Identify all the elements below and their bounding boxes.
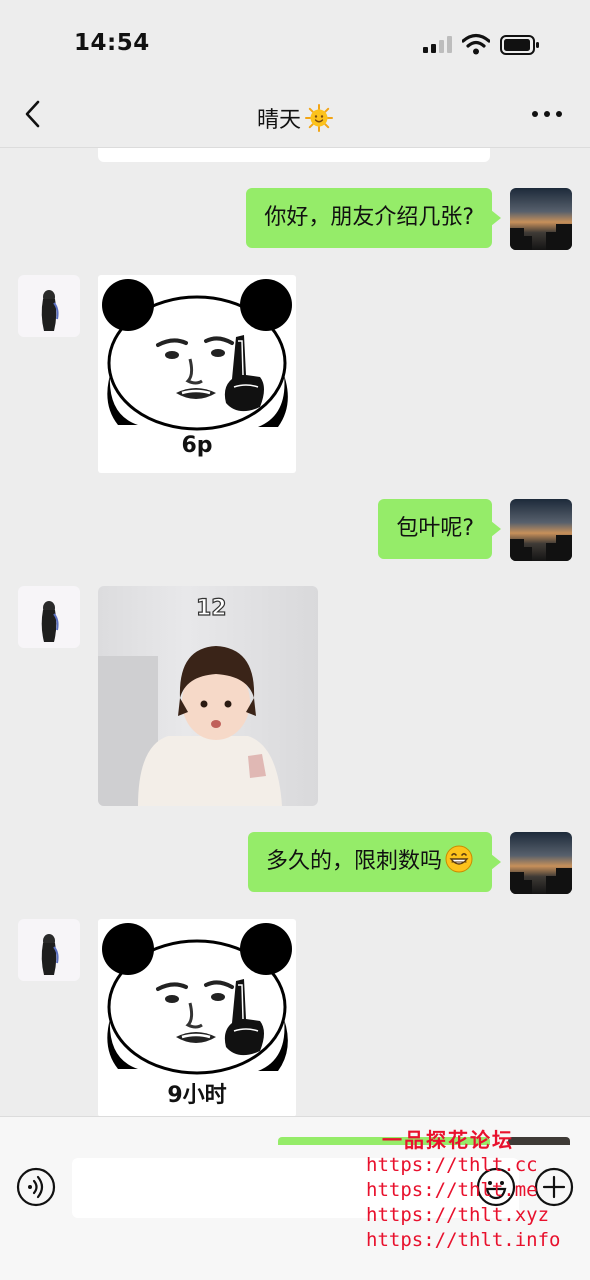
message-text: 多久的，限刺数吗	[265, 849, 442, 874]
chat-title-text: 晴天	[256, 108, 301, 133]
sticker-message[interactable]: 6p	[98, 275, 296, 473]
girl-silhouette-image	[41, 934, 59, 975]
plus-icon[interactable]	[534, 1167, 574, 1207]
watermark-overlay: 一品探花论坛 https://thlt.cc https://thlt.me h…	[366, 1128, 561, 1253]
girl-silhouette-image	[41, 601, 59, 642]
message-text: 包叶呢?	[396, 516, 474, 541]
sticker-caption: 9小时	[167, 1083, 227, 1108]
grinning-emoji-icon	[445, 845, 473, 873]
status-bar: 14:54	[0, 0, 590, 82]
girl-silhouette-image	[41, 290, 59, 331]
message-bubble-outgoing[interactable]: 你好，朋友介绍几张?	[246, 188, 501, 248]
photo-message[interactable]: 12	[98, 586, 318, 806]
status-time: 14:54	[74, 30, 150, 56]
watermark-url: https://thlt.xyz	[366, 1204, 550, 1226]
photo-overlay-text: 12	[195, 595, 227, 621]
chat-title: 晴天	[0, 102, 590, 134]
nav-bar: 晴天	[0, 82, 590, 148]
battery-icon	[500, 35, 539, 55]
sun-emoji-icon	[305, 104, 333, 132]
my-avatar[interactable]	[510, 499, 572, 561]
my-avatar[interactable]	[510, 832, 572, 894]
panda-meme-sticker-image	[102, 923, 292, 1075]
message-text: 你好，朋友介绍几张?	[264, 205, 474, 230]
wifi-icon	[462, 33, 490, 55]
sticker-message[interactable]: 9小时	[98, 919, 296, 1116]
contact-avatar[interactable]	[18, 275, 80, 337]
message-bubble-outgoing[interactable]: 多久的，限刺数吗	[247, 832, 502, 892]
cellular-signal-icon	[423, 36, 453, 53]
sticker-caption: 6p	[181, 433, 213, 458]
watermark-title: 一品探花论坛	[382, 1128, 514, 1152]
contact-avatar[interactable]	[18, 586, 80, 648]
contact-avatar[interactable]	[18, 919, 80, 981]
previous-message-card[interactable]	[98, 148, 490, 162]
watermark-url: https://thlt.info	[366, 1229, 561, 1251]
watermark-url: https://thlt.cc	[366, 1154, 538, 1176]
my-avatar[interactable]	[510, 188, 572, 250]
voice-icon[interactable]	[16, 1167, 56, 1207]
watermark-url: https://thlt.me	[366, 1179, 538, 1201]
more-dots-icon[interactable]	[530, 110, 564, 120]
message-bubble-outgoing[interactable]: 包叶呢?	[378, 499, 501, 559]
panda-meme-sticker-image	[102, 279, 292, 431]
chat-message-list[interactable]: 你好，朋友介绍几张? 6p 包叶呢? 12 多久的，限刺数吗 9小时	[0, 148, 590, 1116]
